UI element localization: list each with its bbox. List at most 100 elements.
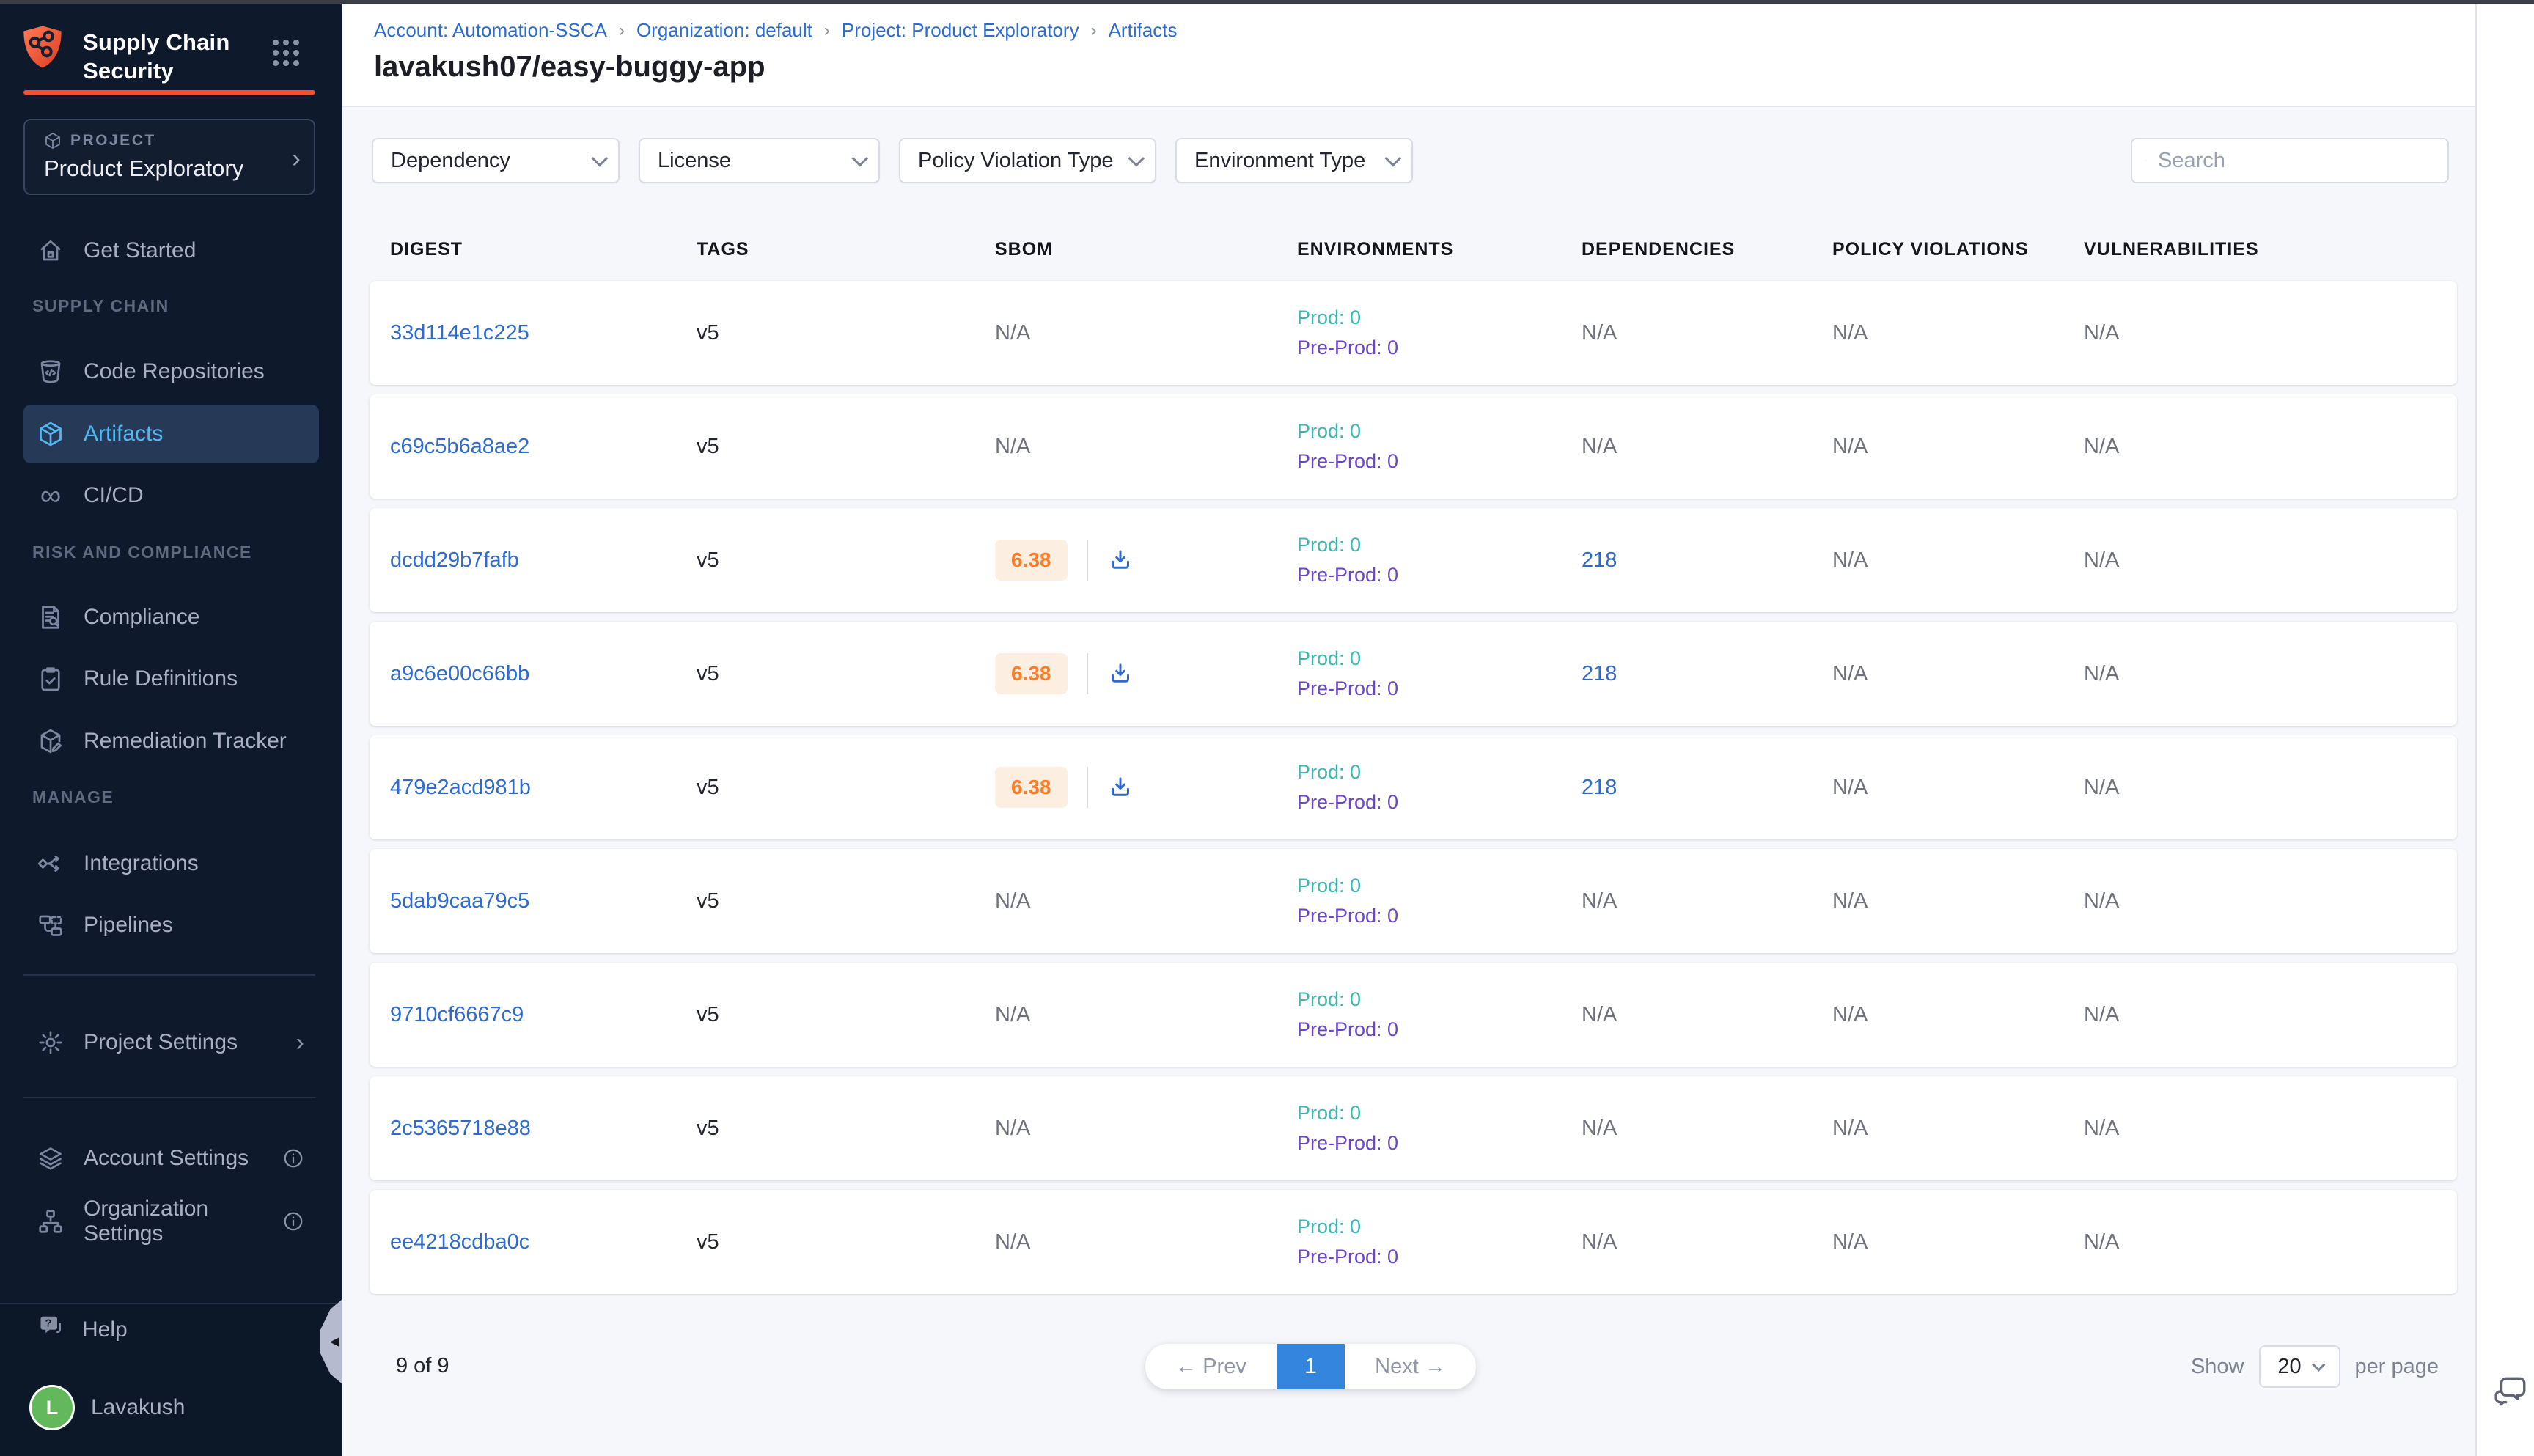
- page-size-select[interactable]: 20: [2259, 1345, 2340, 1388]
- download-sbom-button[interactable]: [1107, 774, 1134, 801]
- sbom-score-badge: 6.38: [995, 653, 1068, 694]
- chevron-right-icon: ›: [292, 142, 301, 174]
- layers-icon: [37, 1144, 65, 1172]
- filter-license[interactable]: License: [639, 138, 880, 183]
- sbom-na-value: N/A: [995, 1117, 1030, 1140]
- sbom-cell: 6.38: [995, 767, 1297, 808]
- vulnerabilities-cell: N/A: [2084, 776, 2457, 800]
- sidebar-item-account-settings[interactable]: Account Settings: [23, 1129, 319, 1188]
- help-button[interactable]: ? Help: [23, 1304, 287, 1356]
- column-header-tags: TAGS: [697, 239, 995, 260]
- tag-value: v5: [697, 548, 719, 572]
- env-prod-value: Prod: 0: [1297, 988, 1582, 1011]
- sbom-score-group: 6.38: [995, 767, 1297, 808]
- clipboard-check-icon: [37, 665, 65, 693]
- policy-violations-value: N/A: [1832, 662, 1868, 685]
- sidebar-item-integrations[interactable]: Integrations: [23, 834, 319, 893]
- organization-icon: [37, 1207, 65, 1235]
- env-prod-value: Prod: 0: [1297, 875, 1582, 897]
- dependencies-value[interactable]: 218: [1582, 776, 1617, 799]
- digest-link[interactable]: a9c6e00c66bb: [390, 662, 529, 685]
- digest-link[interactable]: 9710cf6667c9: [390, 1003, 524, 1026]
- env-preprod-value: Pre-Prod: 0: [1297, 905, 1582, 927]
- sbom-cell: N/A: [995, 1117, 1297, 1141]
- dependencies-cell: 218: [1582, 548, 1832, 573]
- env-prod-value: Prod: 0: [1297, 1102, 1582, 1125]
- sidebar-item-remediation-tracker[interactable]: Remediation Tracker: [23, 712, 319, 771]
- dependencies-cell: 218: [1582, 662, 1832, 686]
- env-preprod-value: Pre-Prod: 0: [1297, 1132, 1582, 1155]
- policy-violations-cell: N/A: [1832, 1117, 2084, 1141]
- digest-link[interactable]: dcdd29b7fafb: [390, 548, 519, 572]
- policy-violations-cell: N/A: [1832, 548, 2084, 573]
- user-menu[interactable]: L Lavakush: [29, 1385, 185, 1430]
- sidebar-item-rule-definitions[interactable]: Rule Definitions: [23, 650, 319, 708]
- dependencies-value[interactable]: 218: [1582, 662, 1617, 685]
- sidebar-item-code-repositories[interactable]: Code Repositories: [23, 342, 319, 401]
- filters-row: Dependency License Policy Violation Type…: [372, 138, 2449, 183]
- prev-page-button[interactable]: ← Prev: [1145, 1355, 1277, 1379]
- env-preprod-value: Pre-Prod: 0: [1297, 791, 1582, 814]
- sidebar-item-label: Artifacts: [84, 422, 163, 446]
- next-page-button[interactable]: Next →: [1345, 1355, 1476, 1379]
- sidebar-item-label: CI/CD: [84, 483, 144, 508]
- sidebar-item-organization-settings[interactable]: Organization Settings: [23, 1192, 319, 1251]
- digest-cell: 479e2acd981b: [390, 776, 697, 800]
- vulnerabilities-cell: N/A: [2084, 435, 2457, 459]
- sidebar-item-project-settings[interactable]: Project Settings ›: [23, 1013, 319, 1072]
- table-row: 479e2acd981b v5 6.38 Prod: 0 Pre-Prod: 0…: [370, 735, 2457, 839]
- breadcrumb-organization-link[interactable]: Organization: default: [636, 19, 812, 42]
- project-selector[interactable]: PROJECT Product Exploratory ›: [23, 119, 315, 195]
- sbom-score-badge: 6.38: [995, 767, 1068, 808]
- breadcrumb-account-link[interactable]: Account: Automation-SSCA: [374, 19, 607, 42]
- tag-value: v5: [697, 662, 719, 685]
- code-repository-icon: [37, 358, 65, 386]
- digest-link[interactable]: 5dab9caa79c5: [390, 889, 529, 913]
- breadcrumb-project-link[interactable]: Project: Product Exploratory: [842, 19, 1079, 42]
- table-row: 9710cf6667c9 v5 N/A Prod: 0 Pre-Prod: 0 …: [370, 963, 2457, 1067]
- arrow-left-icon: ←: [1175, 1355, 1197, 1378]
- dependencies-value[interactable]: 218: [1582, 548, 1617, 572]
- digest-link[interactable]: 2c5365718e88: [390, 1117, 531, 1140]
- sidebar-section-supply-chain: SUPPLY CHAIN: [32, 293, 169, 318]
- home-icon: [37, 237, 65, 265]
- digest-link[interactable]: 479e2acd981b: [390, 776, 531, 799]
- chevron-down-icon: [592, 150, 609, 167]
- digest-cell: a9c6e00c66bb: [390, 662, 697, 686]
- tag-value: v5: [697, 1117, 719, 1140]
- page-1-button[interactable]: 1: [1277, 1344, 1345, 1389]
- filter-dependency[interactable]: Dependency: [372, 138, 620, 183]
- table-row: 5dab9caa79c5 v5 N/A Prod: 0 Pre-Prod: 0 …: [370, 849, 2457, 953]
- gear-icon: [37, 1029, 65, 1056]
- vulnerabilities-cell: N/A: [2084, 1230, 2457, 1254]
- sidebar-item-cicd[interactable]: ∞ CI/CD: [23, 466, 319, 525]
- download-sbom-button[interactable]: [1107, 547, 1134, 573]
- feedback-chat-icon[interactable]: [2491, 1372, 2530, 1409]
- environments-cell: Prod: 0 Pre-Prod: 0: [1297, 761, 1582, 814]
- breadcrumb-artifacts-link[interactable]: Artifacts: [1109, 19, 1178, 42]
- tags-cell: v5: [697, 1117, 995, 1141]
- table-body: 33d114e1c225 v5 N/A Prod: 0 Pre-Prod: 0 …: [370, 281, 2457, 1304]
- app-switcher-grid-icon[interactable]: [273, 40, 299, 66]
- vulnerabilities-cell: N/A: [2084, 662, 2457, 686]
- tag-value: v5: [697, 1003, 719, 1026]
- download-sbom-button[interactable]: [1107, 661, 1134, 687]
- sbom-score-group: 6.38: [995, 653, 1297, 694]
- sidebar-item-pipelines[interactable]: Pipelines: [23, 896, 319, 955]
- digest-link[interactable]: c69c5b6a8ae2: [390, 435, 529, 458]
- window-top-strip: [0, 0, 2534, 4]
- sidebar-item-label: Project Settings: [84, 1030, 238, 1055]
- right-gutter: [2475, 0, 2534, 1456]
- digest-link[interactable]: ee4218cdba0c: [390, 1230, 529, 1254]
- sidebar-item-compliance[interactable]: Compliance: [23, 588, 319, 647]
- digest-link[interactable]: 33d114e1c225: [390, 321, 529, 345]
- filter-policy-violation-type[interactable]: Policy Violation Type: [899, 138, 1156, 183]
- env-prod-value: Prod: 0: [1297, 534, 1582, 556]
- digest-cell: dcdd29b7fafb: [390, 548, 697, 573]
- vulnerabilities-value: N/A: [2084, 1230, 2119, 1254]
- sidebar-item-get-started[interactable]: Get Started: [23, 221, 319, 280]
- search-input[interactable]: [2158, 149, 2434, 173]
- filter-environment-type[interactable]: Environment Type: [1175, 138, 1413, 183]
- sidebar-item-artifacts[interactable]: Artifacts: [23, 405, 319, 463]
- sbom-na-value: N/A: [995, 1003, 1030, 1026]
